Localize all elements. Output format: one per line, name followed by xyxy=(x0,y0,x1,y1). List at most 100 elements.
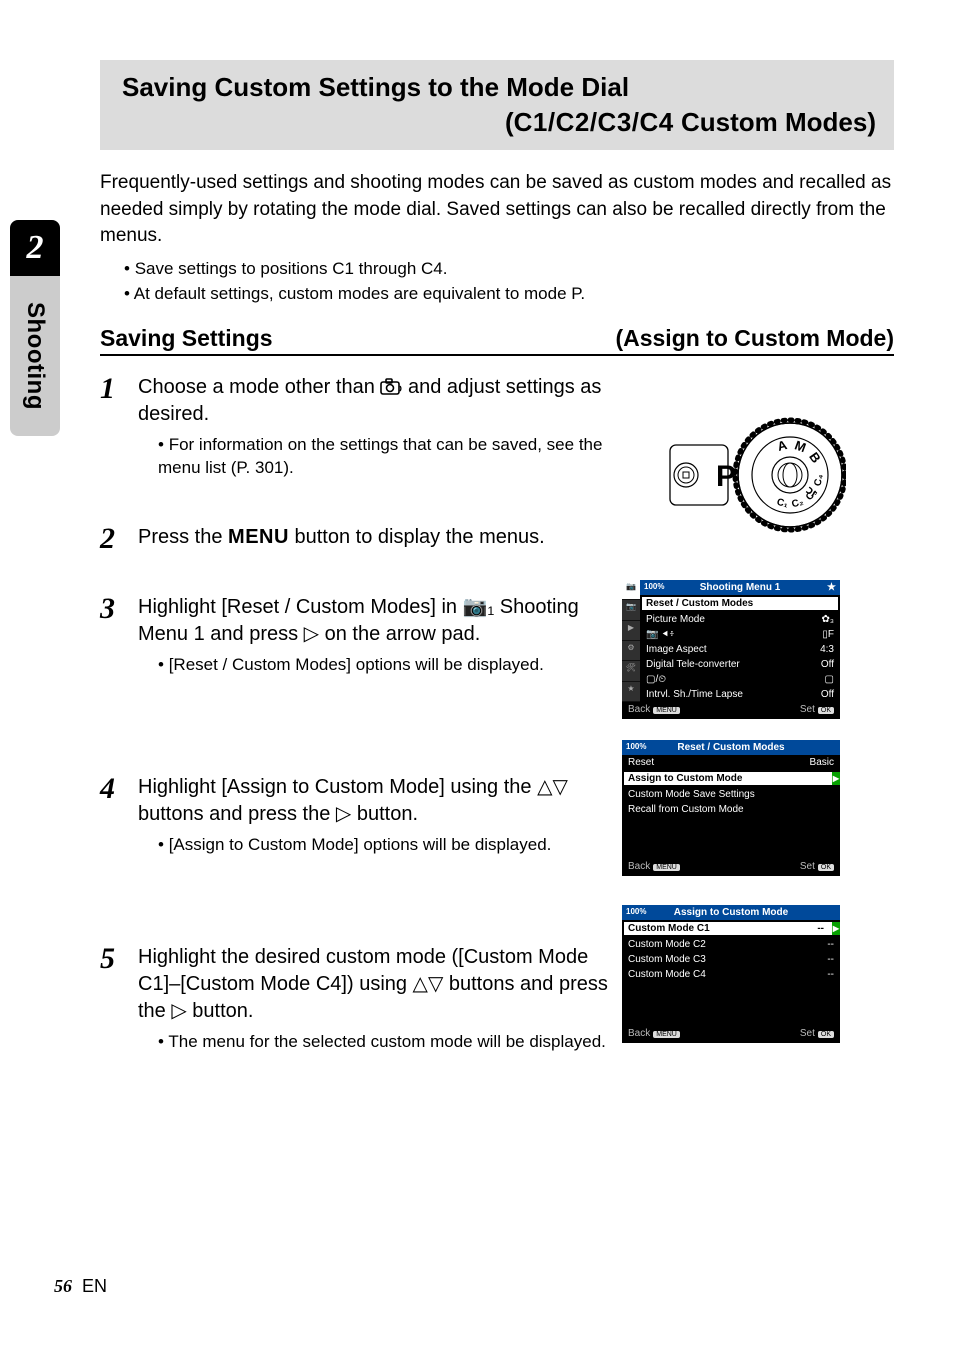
subheading: Saving Settings (Assign to Custom Mode) xyxy=(100,325,894,356)
shooting-menu-1-screenshot: 📷 📷 ▶ ⚙ 🛠 ★ 100% Shooting Menu 1 ★ Reset… xyxy=(622,580,840,719)
reset-custom-modes-screenshot: 100% Reset / Custom Modes ResetBasic Ass… xyxy=(622,740,840,876)
menu-button-icon: MENU xyxy=(653,707,680,714)
menu-item: Digital Tele-converterOff xyxy=(640,657,840,672)
menu-footer: BackMENU SetOK xyxy=(622,1026,840,1041)
menu-item: Reset Basic xyxy=(622,755,840,770)
menu-tab-star: ★ xyxy=(622,682,640,702)
step-sub: [Reset / Custom Modes] options will be d… xyxy=(158,654,618,677)
step-text: Highlight [Assign to Custom Mode] using … xyxy=(138,776,568,825)
menu-item-selected: Reset / Custom Modes xyxy=(642,597,838,610)
assign-custom-mode-screenshot: 100% Assign to Custom Mode Custom Mode C… xyxy=(622,905,840,1043)
menu-tab-gear: ⚙ xyxy=(622,641,640,661)
back-label: Back xyxy=(628,704,650,715)
step-text: Choose a mode other than xyxy=(138,376,380,398)
set-label: Set xyxy=(800,704,815,715)
menu-item: Picture Mode✿₃ xyxy=(640,612,840,627)
menu-tab-wrench: 🛠 xyxy=(622,661,640,681)
menu-tab-camera2: 📷 xyxy=(622,600,640,620)
menu-item-label: Custom Mode C2 xyxy=(628,939,706,950)
back-label: Back xyxy=(628,861,650,872)
menu-title-text: Reset / Custom Modes xyxy=(677,742,784,753)
menu-button-label: MENU xyxy=(228,526,289,548)
ok-button-icon: OK xyxy=(818,1031,834,1038)
subheading-left: Saving Settings xyxy=(100,325,273,352)
section-header-line2: (C1/C2/C3/C4 Custom Modes) xyxy=(122,105,876,140)
chapter-label: Shooting xyxy=(21,302,49,410)
mode-dial-illustration: A M B וכ C₁ C₂ C₃ C₄ P xyxy=(640,400,846,556)
menu-item: 📷 ⯇፥ ▯F xyxy=(640,627,840,642)
menu-footer: BackMENU SetOK xyxy=(622,859,840,874)
battery-indicator: 100% xyxy=(644,582,664,591)
battery-indicator: 100% xyxy=(626,907,646,916)
menu-item-selected: Custom Mode C1 -- ▶ xyxy=(624,922,838,935)
menu-item-label: Custom Mode C1 xyxy=(628,923,710,934)
custom-mode-suffix: Custom Modes) xyxy=(674,107,876,137)
menu-item-label: Reset xyxy=(628,757,654,768)
menu-item-value: -- xyxy=(827,969,834,980)
auto-mode-icon xyxy=(380,376,408,398)
battery-indicator: 100% xyxy=(626,742,646,751)
chapter-number: 2 xyxy=(10,220,60,276)
menu-item-label: Custom Mode C3 xyxy=(628,954,706,965)
step-number: 2 xyxy=(100,524,138,554)
intro-bullet: Save settings to positions C1 through C4… xyxy=(124,256,894,282)
menu-title-text: Assign to Custom Mode xyxy=(674,907,788,918)
menu-item-value: Off xyxy=(821,689,834,700)
intro-bullet: At default settings, custom modes are eq… xyxy=(124,281,894,307)
menu-footer: BackMENU SetOK xyxy=(622,702,840,717)
star-icon: ★ xyxy=(827,582,836,593)
intro-paragraph: Frequently-used settings and shooting mo… xyxy=(100,170,894,250)
menu-item-value: -- xyxy=(817,923,824,934)
menu-tabs: 📷 📷 ▶ ⚙ 🛠 ★ xyxy=(622,580,640,702)
chevron-right-icon: ▶ xyxy=(832,922,840,935)
menu-item-value: -- xyxy=(827,954,834,965)
step-text: Highlight the desired custom mode ([Cust… xyxy=(138,946,608,1022)
menu-item-value: ▢ xyxy=(825,674,834,685)
menu-title: 100% Shooting Menu 1 ★ xyxy=(640,580,840,595)
step-text: button to display the menus. xyxy=(289,526,545,548)
menu-title: 100% Reset / Custom Modes xyxy=(622,740,840,755)
menu-item: Custom Mode C4 -- xyxy=(622,967,840,982)
menu-item-label: Reset / Custom Modes xyxy=(646,598,753,609)
page-lang: EN xyxy=(82,1276,107,1296)
step-number: 4 xyxy=(100,774,138,904)
ok-button-icon: OK xyxy=(818,707,834,714)
set-label: Set xyxy=(800,1028,815,1039)
menu-item-label: ▢/⏲ xyxy=(646,674,666,685)
back-label: Back xyxy=(628,1028,650,1039)
step-text: Press the xyxy=(138,526,228,548)
menu-item: ▢/⏲ ▢ xyxy=(640,672,840,687)
menu-tab-camera1: 📷 xyxy=(622,580,640,600)
menu-item: Recall from Custom Mode xyxy=(622,802,840,817)
custom-mode-codes: C1/C2/C3/C4 xyxy=(514,107,674,137)
menu-button-icon: MENU xyxy=(653,864,680,871)
menu-item: Image Aspect 4:3 xyxy=(640,642,840,657)
menu-item-label: Custom Mode C4 xyxy=(628,969,706,980)
menu-item: Custom Mode C3 -- xyxy=(622,952,840,967)
step-text: Highlight [Reset / Custom Modes] in 📷₁ S… xyxy=(138,596,579,645)
menu-item-label: 📷 ⯇፥ xyxy=(646,629,675,640)
chevron-right-icon: ▶ xyxy=(832,772,840,785)
step-number: 3 xyxy=(100,594,138,734)
section-header: Saving Custom Settings to the Mode Dial … xyxy=(100,60,894,150)
menu-item-value: ▯F xyxy=(822,629,834,640)
menu-item-label: Custom Mode Save Settings xyxy=(628,789,755,800)
set-label: Set xyxy=(800,861,815,872)
step-sub: The menu for the selected custom mode wi… xyxy=(158,1031,618,1054)
menu-item-value: Basic xyxy=(810,757,834,768)
menu-title: 100% Assign to Custom Mode xyxy=(622,905,840,920)
section-header-line1: Saving Custom Settings to the Mode Dial xyxy=(122,70,876,105)
menu-item: Intrvl. Sh./Time LapseOff xyxy=(640,687,840,702)
chapter-label-box: Shooting xyxy=(10,276,60,436)
menu-button-icon: MENU xyxy=(653,1031,680,1038)
menu-item-value: 4:3 xyxy=(820,644,834,655)
ok-button-icon: OK xyxy=(818,864,834,871)
menu-item-value: -- xyxy=(827,939,834,950)
menu-title-text: Shooting Menu 1 xyxy=(700,582,781,593)
page-footer: 56 EN xyxy=(54,1276,107,1297)
menu-item-label: Image Aspect xyxy=(646,644,707,655)
chapter-tab: 2 Shooting xyxy=(10,220,60,500)
step-sub: For information on the settings that can… xyxy=(158,434,618,480)
menu-item: Custom Mode Save Settings xyxy=(622,787,840,802)
page-number: 56 xyxy=(54,1276,72,1296)
